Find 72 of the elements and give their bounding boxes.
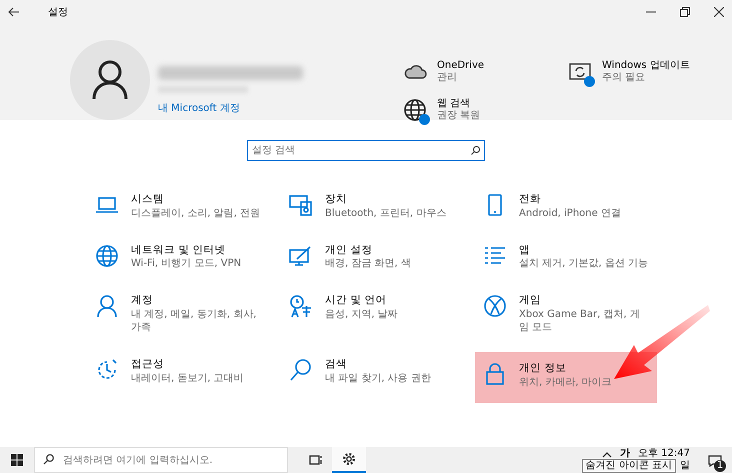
category-title: 계정 [131,294,154,308]
category-description: 디스플레이, 소리, 알림, 전원 [131,206,261,220]
quick-link[interactable]: OneDrive 관리 [403,60,568,84]
taskbar-search-field[interactable]: 검색하려면 여기에 입력하십시오. [34,447,288,473]
clock-language-icon [289,294,313,318]
settings-category[interactable]: 계정 내 계정, 메일, 동기화, 회사, 가족 [87,288,269,340]
settings-category[interactable]: 접근성 내레이터, 돋보기, 고대비 [87,352,269,391]
dashed-timer-icon [95,358,119,382]
settings-category[interactable]: 장치 Bluetooth, 프린터, 마우스 [281,187,463,226]
window-title: 설정 [48,6,68,20]
monitor-brush-icon [289,244,313,268]
category-description: 배경, 잠금 화면, 색 [325,257,412,270]
settings-category[interactable]: 개인 설정 배경, 잠금 화면, 색 [281,238,463,276]
quick-link[interactable]: 웹 검색 권장 복원 [403,98,568,122]
category-title: 게임 [519,294,542,308]
settings-search-field[interactable]: 설정 검색 [247,140,485,161]
category-title: 검색 [325,358,348,372]
category-description: 내 파일 찾기, 사용 권한 [325,372,432,385]
notification-count: 1 [714,460,726,472]
category-title: 시간 및 언어 [325,294,388,308]
settings-category[interactable]: 시스템 디스플레이, 소리, 알림, 전원 [87,187,269,226]
notification-center-icon[interactable] [708,455,722,467]
category-title: 접근성 [131,358,165,372]
quick-link-status: 주의 필요 [602,72,646,84]
search-icon [471,146,480,155]
person-icon [95,294,119,318]
settings-category[interactable]: 전화 Android, iPhone 연결 [475,187,657,226]
input-method-indicator[interactable]: 가 [620,448,630,460]
settings-category[interactable]: 네트워크 및 인터넷 Wi-Fi, 비행기 모드, VPN [87,238,269,276]
settings-category[interactable]: 개인 정보 위치, 카메라, 마이크 [475,352,657,403]
globe-icon [95,244,119,268]
windows-logo-icon [11,454,23,466]
quick-link-title: Windows 업데이트 [602,60,690,72]
category-description: Xbox Game Bar, 캡처, 게임 모드 [519,308,641,334]
category-description: 음성, 지역, 날짜 [325,308,399,321]
category-title: 시스템 [131,193,165,207]
category-description: Bluetooth, 프린터, 마우스 [325,206,448,220]
search-icon [289,358,313,382]
keyboard-speaker-icon [289,193,313,217]
category-title: 개인 정보 [519,362,568,376]
quick-link-status: 관리 [437,72,458,84]
settings-category[interactable]: 앱 설치 제거, 기본값, 옵션 기능 [475,238,657,276]
restore-icon[interactable] [680,7,690,17]
settings-icon[interactable] [332,447,366,473]
back-arrow-icon[interactable] [8,7,20,17]
category-title: 전화 [519,193,542,207]
category-description: Wi-Fi, 비행기 모드, VPN [131,257,242,270]
settings-category[interactable]: 검색 내 파일 찾기, 사용 권한 [281,352,463,391]
close-icon[interactable] [714,7,724,17]
category-title: 앱 [519,244,531,258]
category-title: 네트워크 및 인터넷 [131,244,227,258]
category-description: 내레이터, 돋보기, 고대비 [131,372,245,385]
hidden-icons-chevron-icon[interactable] [602,452,612,458]
category-description: 위치, 카메라, 마이크 [519,376,613,389]
tooltip: 숨겨진 아이콘 표시 [582,459,676,473]
quick-link-status: 권장 복원 [437,110,480,122]
lock-icon [483,362,507,386]
quick-link[interactable]: Windows 업데이트 주의 필요 [568,60,718,84]
settings-category[interactable]: 게임 Xbox Game Bar, 캡처, 게임 모드 [475,288,657,340]
category-description: Android, iPhone 연결 [519,206,622,220]
quick-link-title: OneDrive [437,60,484,72]
category-description: 설치 제거, 기본값, 옵션 기능 [519,257,649,270]
quick-link-title: 웹 검색 [437,98,472,110]
account-link[interactable]: 내 Microsoft 계정 [158,101,303,116]
xbox-icon [483,294,507,318]
person-icon [92,60,128,100]
minimize-icon[interactable] [646,11,656,13]
clock-time[interactable]: 오후 12:47 [638,448,690,460]
category-title: 장치 [325,193,348,207]
category-title: 개인 설정 [325,244,374,258]
category-description: 내 계정, 메일, 동기화, 회사, 가족 [131,308,258,334]
settings-category[interactable]: 시간 및 언어 음성, 지역, 날짜 [281,288,463,327]
